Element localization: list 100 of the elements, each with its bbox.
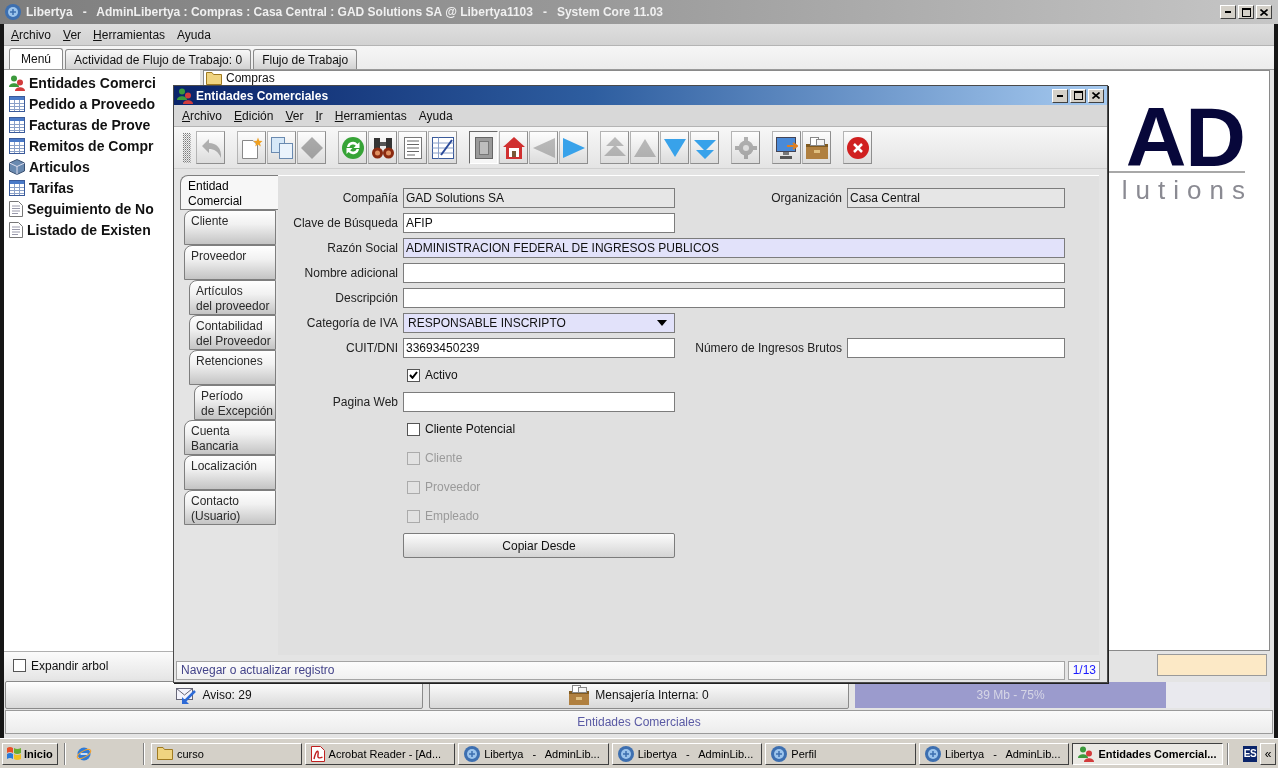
field-label: Categoría de IVA xyxy=(306,316,398,330)
record-counter: 1/13 xyxy=(1068,661,1100,680)
new-document-icon xyxy=(240,136,263,159)
monitor-icon xyxy=(775,136,798,159)
tree-item[interactable]: Seguimiento de No xyxy=(9,198,154,219)
toolbar-button[interactable] xyxy=(802,131,831,164)
left-arrow-icon xyxy=(532,136,555,159)
menu-item[interactable]: Ver xyxy=(57,24,88,45)
text-field[interactable]: Casa Central xyxy=(847,188,1065,208)
text-field[interactable]: GAD Solutions SA xyxy=(403,188,675,208)
double-up-arrow-icon xyxy=(603,136,626,159)
collapse-button[interactable]: « xyxy=(1260,742,1276,765)
tab[interactable]: Contabilidad del Proveedor xyxy=(189,315,276,350)
tab[interactable]: Localización xyxy=(184,455,276,490)
tree-item[interactable]: Tarifas xyxy=(9,177,74,198)
checkbox[interactable] xyxy=(407,368,420,382)
close-button[interactable] xyxy=(1088,88,1104,103)
copy-icon xyxy=(270,136,293,159)
maximize-button[interactable] xyxy=(1238,5,1254,19)
minimize-button[interactable] xyxy=(1220,5,1236,19)
tree-item[interactable]: Entidades Comerci xyxy=(9,72,156,93)
tab[interactable]: Actividad de Flujo de Trabajo: 0 xyxy=(65,49,252,69)
globe-icon[interactable] xyxy=(76,745,92,762)
menu-item[interactable]: Herramientas xyxy=(328,105,413,126)
tab[interactable]: Proveedor xyxy=(184,245,276,280)
tree-item[interactable]: Articulos xyxy=(9,156,90,177)
right-arrow-icon xyxy=(562,136,585,159)
menu-item[interactable]: Ir xyxy=(309,105,329,126)
menu-item[interactable]: Ayuda xyxy=(171,24,217,45)
tab[interactable]: Flujo de Trabajo xyxy=(253,49,358,69)
input-field[interactable] xyxy=(1157,654,1267,676)
field-label: CUIT/DNI xyxy=(346,341,398,355)
toolbar-button[interactable] xyxy=(469,131,498,164)
box-icon xyxy=(569,684,590,705)
tree-item[interactable]: Listado de Existen xyxy=(9,219,151,240)
emblem-icon xyxy=(5,4,21,20)
maximize-button[interactable] xyxy=(1070,88,1086,103)
tree-item[interactable]: Facturas de Prove xyxy=(9,114,151,135)
down-arrow-icon xyxy=(663,136,686,159)
taskbar-button[interactable]: curso xyxy=(151,742,302,765)
tree-item[interactable]: Remitos de Compr xyxy=(9,135,154,156)
tab[interactable]: Artículos del proveedor xyxy=(189,280,276,315)
tab[interactable]: Retenciones xyxy=(189,350,276,385)
tree-item[interactable]: Compras xyxy=(226,71,275,85)
menu-item[interactable]: Archivo xyxy=(5,24,58,45)
toolbar-button[interactable] xyxy=(398,131,427,164)
text-field[interactable] xyxy=(403,392,675,412)
window-title: Entidades Comerciales xyxy=(196,88,329,103)
document-icon xyxy=(9,200,23,217)
taskbar-button[interactable]: Libertya - AdminLib... xyxy=(611,742,763,765)
folder-icon xyxy=(157,747,173,760)
language-indicator[interactable]: ES xyxy=(1243,745,1257,762)
tab[interactable]: Entidad Comercial xyxy=(180,175,278,210)
checkbox[interactable] xyxy=(407,422,420,436)
toolbar-button[interactable] xyxy=(499,131,528,164)
taskbar-button[interactable]: Perfil xyxy=(765,742,916,765)
people-icon xyxy=(177,87,193,104)
status-field: Navegar o actualizar registro xyxy=(176,661,1065,680)
taskbar-button[interactable]: Entidades Comercial... xyxy=(1072,742,1224,765)
envelope-icon xyxy=(176,685,197,704)
close-button[interactable] xyxy=(1256,5,1272,19)
menu-item[interactable]: Ver xyxy=(279,105,310,126)
taskbar-button[interactable]: Libertya - AdminLib... xyxy=(458,742,609,765)
field-label: Clave de Búsqueda xyxy=(293,216,398,230)
text-field[interactable]: 33693450239 xyxy=(403,338,675,358)
text-field[interactable]: ADMINISTRACION FEDERAL DE INGRESOS PUBLICOS xyxy=(403,238,1065,258)
checkbox[interactable] xyxy=(13,659,26,672)
text-field[interactable] xyxy=(847,338,1065,358)
diamond-icon xyxy=(300,136,323,159)
field-label: Organización xyxy=(771,191,842,205)
tab[interactable]: Período de Excepción xyxy=(194,385,276,420)
taskbar-button[interactable]: Libertya - AdminLib... xyxy=(918,742,1070,765)
tab[interactable]: Contacto (Usuario) xyxy=(184,490,276,525)
field-label: Razón Social xyxy=(327,241,398,255)
window-title: Libertya - AdminLibertya : Compras : Casa Central : GAD Solutions SA @ Libertya1103 - System Core 11.03 xyxy=(26,5,663,19)
start-button[interactable]: Inicio xyxy=(2,742,58,765)
toolbar-button[interactable] xyxy=(843,131,872,164)
menu-item[interactable]: Ayuda xyxy=(412,105,459,126)
minimize-button[interactable] xyxy=(1052,88,1068,103)
tab[interactable]: Menú xyxy=(9,48,64,69)
copy-from-button[interactable]: Copiar Desde xyxy=(403,533,675,558)
text-field[interactable]: AFIP xyxy=(403,213,675,233)
emblem-icon xyxy=(771,745,788,762)
tree-item[interactable]: Pedido a Proveedo xyxy=(9,93,156,114)
menu-item[interactable]: Archivo xyxy=(176,105,229,126)
toolbar-button[interactable] xyxy=(368,131,397,164)
menu-item[interactable]: Edición xyxy=(228,105,280,126)
maximize-icon xyxy=(1073,91,1083,100)
toolbar-button[interactable] xyxy=(428,131,457,164)
grip-handle[interactable] xyxy=(183,132,191,163)
tab[interactable]: Cuenta Bancaria xyxy=(184,420,276,455)
text-field[interactable] xyxy=(403,288,1065,308)
notice-button[interactable]: Aviso: 29 xyxy=(5,680,423,709)
menu-item[interactable]: Herramientas xyxy=(87,24,172,45)
tab[interactable]: Cliente xyxy=(184,210,276,245)
text-field[interactable] xyxy=(403,263,1065,283)
dropdown[interactable]: RESPONSABLE INSCRIPTO xyxy=(403,313,675,333)
house-icon xyxy=(502,136,525,159)
taskbar-button[interactable]: Acrobat Reader - [Ad... xyxy=(304,742,456,765)
toolbar-button[interactable] xyxy=(772,131,801,164)
